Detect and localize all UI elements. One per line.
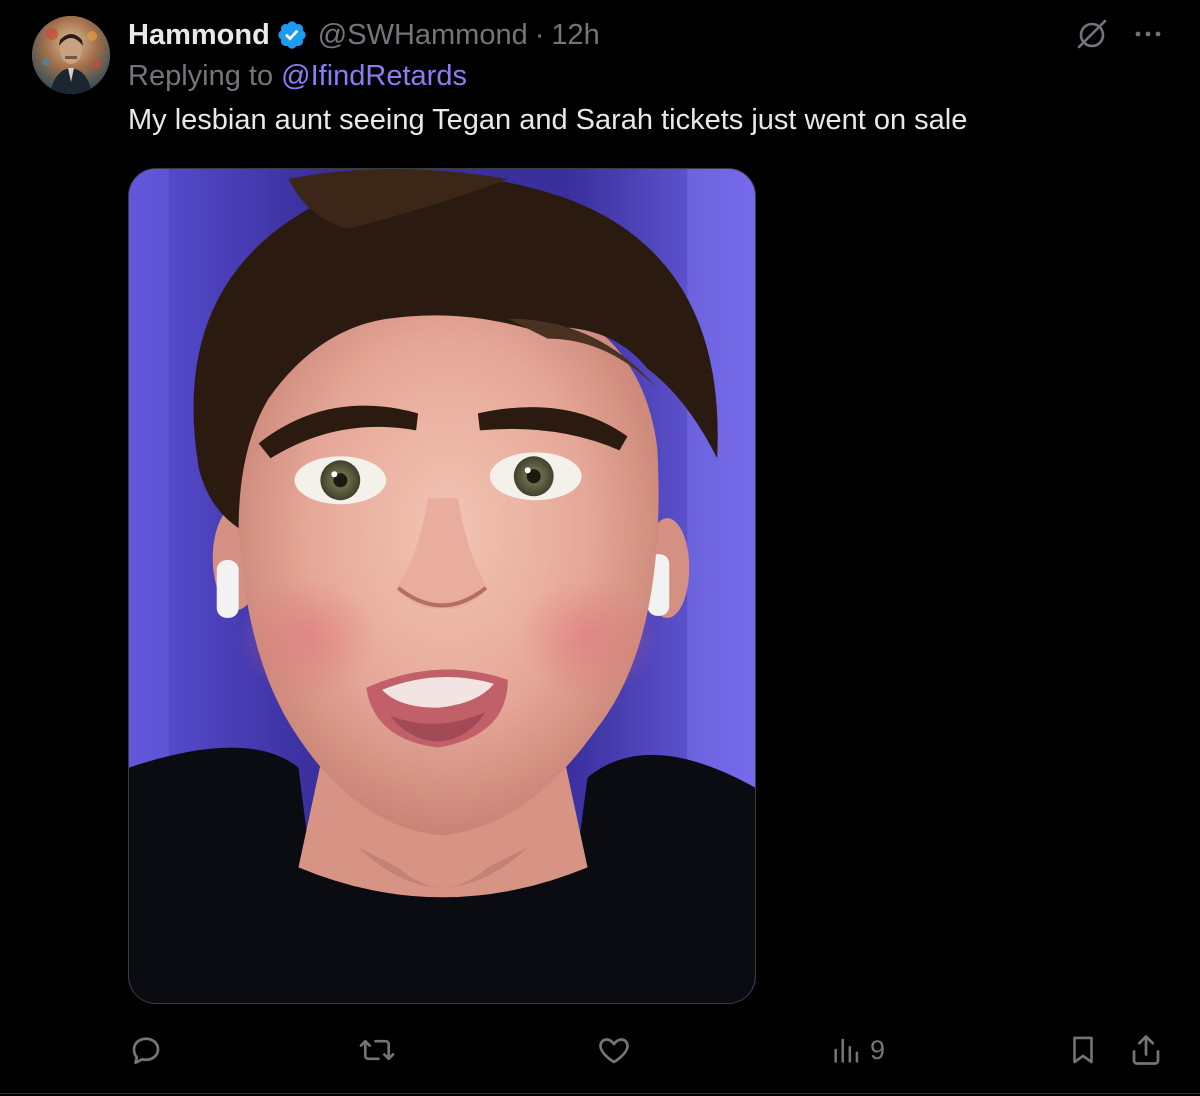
tweet-divider (0, 1093, 1200, 1094)
reply-icon (128, 1032, 164, 1068)
like-button[interactable] (596, 1030, 638, 1070)
verified-badge-icon (276, 19, 308, 51)
views-icon (830, 1033, 864, 1067)
like-icon (596, 1032, 632, 1068)
tweet-media-photo[interactable] (128, 168, 756, 1004)
avatar[interactable] (32, 16, 110, 94)
replying-to: Replying to @IfindRetards (128, 60, 467, 93)
tweet-actions: 9 (128, 1030, 1168, 1070)
bookmark-button[interactable] (1066, 1030, 1100, 1070)
reply-button[interactable] (128, 1030, 170, 1070)
replying-prefix: Replying to (128, 60, 282, 92)
tweet-text: My lesbian aunt seeing Tegan and Sarah t… (128, 104, 968, 136)
photo-image (129, 169, 755, 1003)
repost-icon (358, 1032, 396, 1068)
views-button[interactable]: 9 (830, 1030, 885, 1070)
tweet-timestamp[interactable]: 12h (551, 19, 599, 52)
reply-mention-link[interactable]: @IfindRetards (281, 60, 467, 92)
header-separator: · (534, 18, 545, 51)
bookmark-icon (1066, 1032, 1100, 1068)
repost-button[interactable] (358, 1030, 402, 1070)
more-icon[interactable] (1132, 18, 1164, 50)
display-name[interactable]: Hammond (128, 19, 270, 52)
share-button[interactable] (1128, 1030, 1164, 1070)
avatar-image (32, 16, 110, 94)
author-handle[interactable]: @SWHammond (318, 19, 528, 52)
views-count: 9 (870, 1034, 886, 1065)
grok-icon[interactable] (1076, 18, 1108, 50)
tweet[interactable]: Hammond @SWHammond · 12h Replying to @If… (0, 0, 1200, 1096)
share-icon (1128, 1032, 1164, 1068)
top-right-controls (1076, 18, 1164, 50)
tweet-header: Hammond @SWHammond · 12h (128, 16, 600, 54)
